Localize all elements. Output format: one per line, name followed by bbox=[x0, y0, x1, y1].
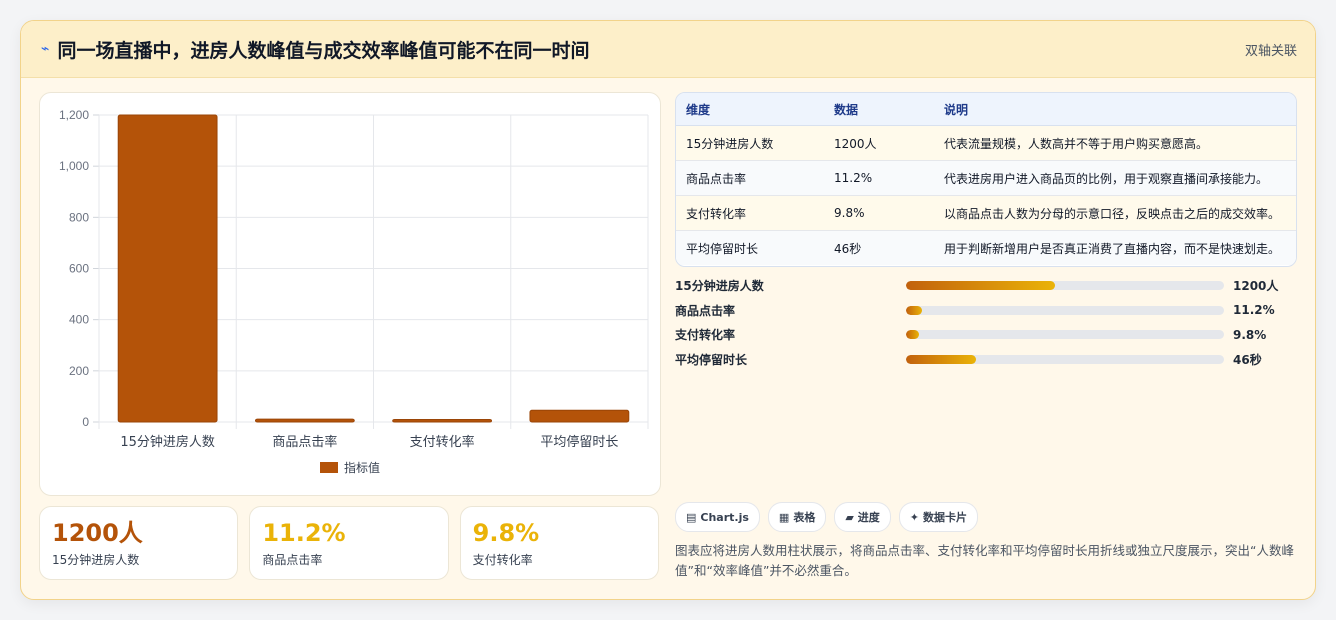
progress-track bbox=[906, 330, 1224, 340]
stat-label: 15分钟进房人数 bbox=[52, 553, 140, 567]
chip-progress[interactable]: ▰ 进度 bbox=[834, 502, 891, 532]
y-tick-label: 1,200 bbox=[59, 108, 89, 122]
bar bbox=[117, 114, 218, 423]
column-header: 说明 bbox=[934, 93, 1296, 126]
progress-track bbox=[906, 305, 1224, 315]
card-header: ⌁ 同一场直播中，进房人数峰值与成交效率峰值可能不在同一时间 双轴关联 bbox=[21, 21, 1315, 78]
column-header: 数据 bbox=[824, 93, 934, 126]
table-cell: 11.2% bbox=[824, 160, 934, 196]
column-header: 维度 bbox=[676, 93, 824, 126]
y-tick-label: 1,000 bbox=[59, 159, 89, 173]
table-row: 平均停留时长 46秒 用于判断新增用户是否真正消费了直播内容，而不是快速划走。 bbox=[676, 230, 1296, 265]
table-cell: 商品点击率 bbox=[676, 160, 824, 196]
y-tick-label: 400 bbox=[69, 313, 89, 327]
progress-fill bbox=[906, 354, 976, 364]
table-row: 商品点击率 11.2% 代表进房用户进入商品页的比例，用于观察直播间承接能力。 bbox=[676, 160, 1296, 196]
table-cell: 用于判断新增用户是否真正消费了直播内容，而不是快速划走。 bbox=[934, 230, 1296, 265]
progress-track bbox=[906, 280, 1224, 290]
table-cell: 支付转化率 bbox=[676, 195, 824, 231]
table-cell: 1200人 bbox=[824, 125, 934, 161]
chip-label: 数据卡片 bbox=[923, 511, 968, 524]
table-row: 15分钟进房人数 1200人 代表流量规模，人数高并不等于用户购买意愿高。 bbox=[676, 125, 1296, 161]
chip-table[interactable]: ▦ 表格 bbox=[767, 502, 827, 532]
page-title: 同一场直播中，进房人数峰值与成交效率峰值可能不在同一时间 bbox=[57, 39, 590, 62]
header-tag[interactable]: 双轴关联 bbox=[1245, 40, 1297, 59]
y-tick-label: 800 bbox=[69, 210, 89, 224]
table-cell: 15分钟进房人数 bbox=[676, 125, 824, 161]
progress-track bbox=[906, 354, 1224, 364]
y-tick-label: 0 bbox=[82, 415, 89, 429]
progress-fill bbox=[906, 330, 919, 340]
bar bbox=[529, 409, 630, 423]
table-cell: 平均停留时长 bbox=[676, 230, 824, 265]
table-header-row: 维度 数据 说明 bbox=[676, 93, 1296, 126]
progress-row: 15分钟进房人数 1200人 bbox=[675, 273, 1295, 298]
bar-chart-panel: 0 200 400 600 800 1,000 1,200 15分钟进房人数 商品点击率 支付转化… bbox=[39, 92, 661, 496]
y-tick-label: 200 bbox=[69, 364, 89, 378]
progress-label: 支付转化率 bbox=[675, 328, 736, 343]
table-cell: 代表流量规模，人数高并不等于用户购买意愿高。 bbox=[934, 125, 1296, 161]
stat-cards: 1200人 15分钟进房人数 11.2% 商品点击率 9.8% 支付转化率 bbox=[39, 506, 659, 580]
table-row: 支付转化率 9.8% 以商品点击人数为分母的示意口径，反映点击之后的成交效率。 bbox=[676, 195, 1296, 231]
bar-chart: 0 200 400 600 800 1,000 1,200 15分钟进房人数 商品点击率 支付转化… bbox=[59, 108, 649, 450]
pulse-icon: ⌁ bbox=[41, 41, 50, 57]
chart-icon: ▤ bbox=[686, 510, 697, 524]
progress-row: 商品点击率 11.2% bbox=[675, 298, 1295, 323]
table-icon: ▦ bbox=[778, 510, 790, 524]
stat-value: 11.2% bbox=[262, 519, 346, 547]
table-cell: 9.8% bbox=[824, 195, 934, 231]
progress-value: 46秒 bbox=[1233, 352, 1262, 367]
x-tick-label: 15分钟进房人数 bbox=[120, 434, 215, 450]
progress-value: 9.8% bbox=[1233, 327, 1267, 342]
tech-chips: ▤ Chart.js ▦ 表格 ▰ 进度 ✦ 数据卡片 bbox=[675, 502, 979, 532]
progress-value: 1200人 bbox=[1233, 278, 1279, 293]
chart-legend[interactable]: 指标值 bbox=[40, 459, 660, 476]
legend-label: 指标值 bbox=[343, 461, 380, 475]
table-cell: 代表进房用户进入商品页的比例，用于观察直播间承接能力。 bbox=[934, 160, 1296, 196]
progress-icon: ▰ bbox=[845, 510, 854, 524]
progress-row: 平均停留时长 46秒 bbox=[675, 347, 1295, 372]
stat-card-ctr: 11.2% 商品点击率 bbox=[249, 506, 449, 580]
stat-value: 9.8% bbox=[472, 519, 540, 547]
progress-label: 商品点击率 bbox=[675, 303, 736, 318]
y-tick-label: 600 bbox=[69, 262, 89, 276]
x-tick-label: 支付转化率 bbox=[410, 434, 475, 450]
metrics-table: 维度 数据 说明 15分钟进房人数 1200人 代表流量规模，人数高并不等于用户… bbox=[675, 92, 1297, 267]
progress-fill bbox=[906, 305, 922, 315]
progress-value: 11.2% bbox=[1233, 303, 1275, 318]
stat-label: 支付转化率 bbox=[472, 553, 533, 567]
legend-swatch bbox=[319, 462, 338, 473]
x-tick-label: 商品点击率 bbox=[272, 434, 337, 450]
table-cell: 46秒 bbox=[824, 230, 934, 265]
stat-card-traffic: 1200人 15分钟进房人数 bbox=[39, 506, 239, 580]
stat-value: 1200人 bbox=[52, 519, 143, 547]
progress-row: 支付转化率 9.8% bbox=[675, 322, 1295, 347]
stat-label: 商品点击率 bbox=[262, 553, 323, 567]
chip-label: 进度 bbox=[857, 511, 880, 524]
progress-label: 15分钟进房人数 bbox=[675, 278, 764, 293]
table-cell: 以商品点击人数为分母的示意口径，反映点击之后的成交效率。 bbox=[934, 195, 1296, 231]
chip-chartjs[interactable]: ▤ Chart.js bbox=[675, 502, 760, 532]
sparkle-icon: ✦ bbox=[909, 510, 920, 524]
stat-card-cvr: 9.8% 支付转化率 bbox=[459, 506, 659, 580]
progress-fill bbox=[906, 280, 1056, 290]
progress-list: 15分钟进房人数 1200人 商品点击率 11.2% 支付转化率 9.8% 平均… bbox=[675, 273, 1295, 372]
x-tick-label: 平均停留时长 bbox=[540, 434, 618, 450]
chip-data-card[interactable]: ✦ 数据卡片 bbox=[898, 502, 979, 532]
bar bbox=[392, 418, 493, 423]
progress-label: 平均停留时长 bbox=[675, 352, 748, 367]
chip-label: 表格 bbox=[793, 511, 816, 524]
chip-label: Chart.js bbox=[700, 510, 749, 524]
chart-note: 图表应将进房人数用柱状展示，将商品点击率、支付转化率和平均停留时长用折线或独立尺… bbox=[675, 543, 1294, 578]
bar bbox=[254, 418, 355, 423]
